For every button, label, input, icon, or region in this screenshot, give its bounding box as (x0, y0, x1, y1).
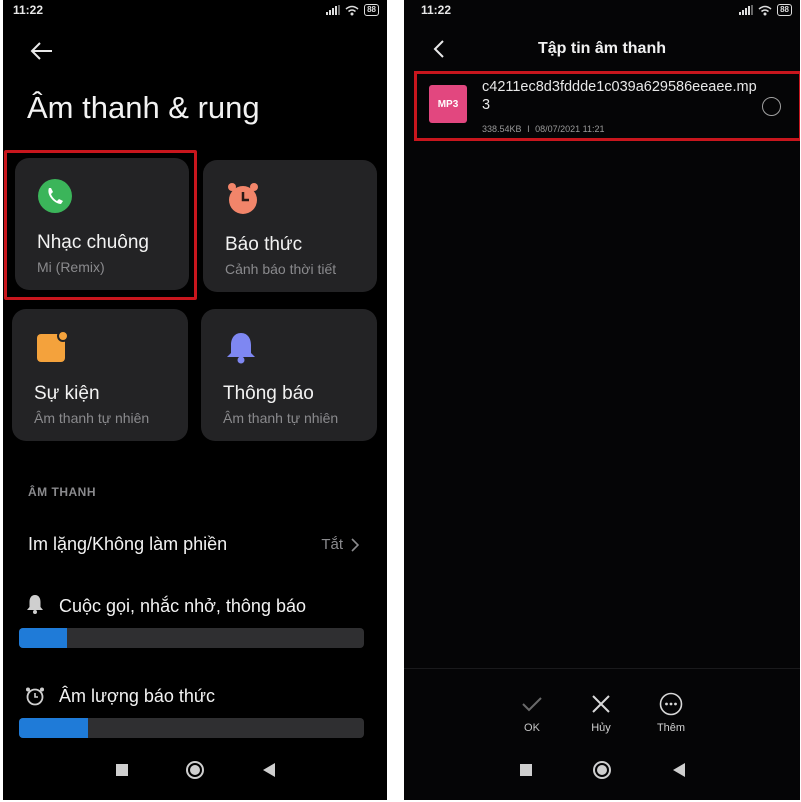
meta-separator: I (527, 124, 530, 134)
notifications-card[interactable]: Thông báo Âm thanh tự nhiên (201, 309, 377, 441)
wifi-icon (758, 5, 772, 15)
triangle-left-icon (672, 763, 685, 777)
status-bar: 11:22 88 (404, 0, 800, 24)
file-meta: 338.54KB I 08/07/2021 11:21 (482, 124, 605, 134)
wifi-icon (345, 5, 359, 15)
signal-icon (326, 5, 341, 15)
dnd-value: Tắt (321, 536, 359, 553)
home-button[interactable] (587, 755, 617, 785)
home-button[interactable] (180, 755, 210, 785)
recents-button[interactable] (511, 755, 541, 785)
section-label: ÂM THANH (28, 485, 96, 499)
calendar-event-icon (37, 330, 69, 362)
divider (404, 668, 800, 669)
close-icon (592, 695, 610, 713)
recents-button[interactable] (107, 755, 137, 785)
file-picker-screen: 11:22 88 Tập tin âm thanh MP3 c4211ec8d3… (404, 0, 800, 800)
card-subtitle: Âm thanh tự nhiên (223, 410, 339, 426)
circle-icon (593, 761, 611, 779)
chevron-right-icon (351, 537, 359, 552)
cancel-button[interactable]: Hủy (571, 690, 631, 734)
dnd-value-text: Tắt (321, 536, 343, 553)
square-icon (519, 764, 532, 776)
card-subtitle: Âm thanh tự nhiên (34, 410, 150, 426)
settings-screen: 11:22 88 Âm thanh & rung Nhạc chuông Mi … (3, 0, 387, 800)
status-time: 11:22 (13, 3, 44, 17)
ok-label: OK (524, 722, 540, 734)
more-icon (659, 692, 683, 716)
battery-icon: 88 (364, 4, 379, 16)
back-nav-button[interactable] (664, 755, 694, 785)
nav-bar (3, 740, 387, 800)
back-button[interactable] (25, 34, 59, 68)
volume-slider[interactable] (19, 718, 364, 738)
cancel-label: Hủy (591, 722, 611, 734)
circle-icon (186, 761, 204, 779)
more-button[interactable]: Thêm (641, 690, 701, 734)
dnd-title: Im lặng/Không làm phiền (28, 534, 228, 554)
bell-icon (27, 595, 43, 614)
volume-label: Cuộc gọi, nhắc nhở, thông báo (59, 596, 306, 616)
file-size: 338.54KB (482, 124, 522, 134)
arrow-left-icon (30, 42, 52, 60)
highlight-box (4, 150, 197, 300)
card-title: Báo thức (225, 234, 303, 255)
triangle-left-icon (262, 763, 275, 777)
select-radio[interactable] (762, 97, 781, 116)
volume-slider[interactable] (19, 628, 364, 648)
card-subtitle: Cảnh báo thời tiết (225, 261, 337, 277)
screen-title: Tập tin âm thanh (538, 40, 666, 57)
alarm-card[interactable]: Báo thức Cảnh báo thời tiết (203, 160, 377, 292)
file-list-item[interactable]: MP3 c4211ec8d3fddde1c039a629586eeaee.mp3… (414, 71, 800, 141)
alarm-clock-icon (26, 687, 44, 706)
ok-button[interactable]: OK (502, 690, 562, 734)
alarm-clock-icon (228, 183, 258, 214)
signal-icon (739, 5, 754, 15)
file-date: 08/07/2021 11:21 (535, 124, 605, 134)
battery-icon: 88 (777, 4, 792, 16)
back-nav-button[interactable] (254, 755, 284, 785)
card-title: Sự kiện (34, 383, 100, 404)
volume-slider-fill (19, 628, 68, 648)
events-card[interactable]: Sự kiện Âm thanh tự nhiên (12, 309, 188, 441)
volume-label: Âm lượng báo thức (59, 686, 215, 706)
status-bar: 11:22 88 (3, 0, 387, 24)
status-time: 11:22 (421, 3, 452, 17)
file-name: c4211ec8d3fddde1c039a629586eeaee.mp3 (482, 79, 757, 113)
page-title: Âm thanh & rung (27, 90, 260, 125)
bell-icon (227, 333, 255, 364)
more-label: Thêm (656, 722, 686, 734)
square-icon (115, 764, 128, 776)
card-title: Thông báo (223, 383, 314, 404)
check-icon (522, 697, 542, 712)
volume-slider-fill (19, 718, 88, 738)
nav-bar (404, 740, 800, 800)
mp3-file-icon: MP3 (429, 85, 467, 123)
